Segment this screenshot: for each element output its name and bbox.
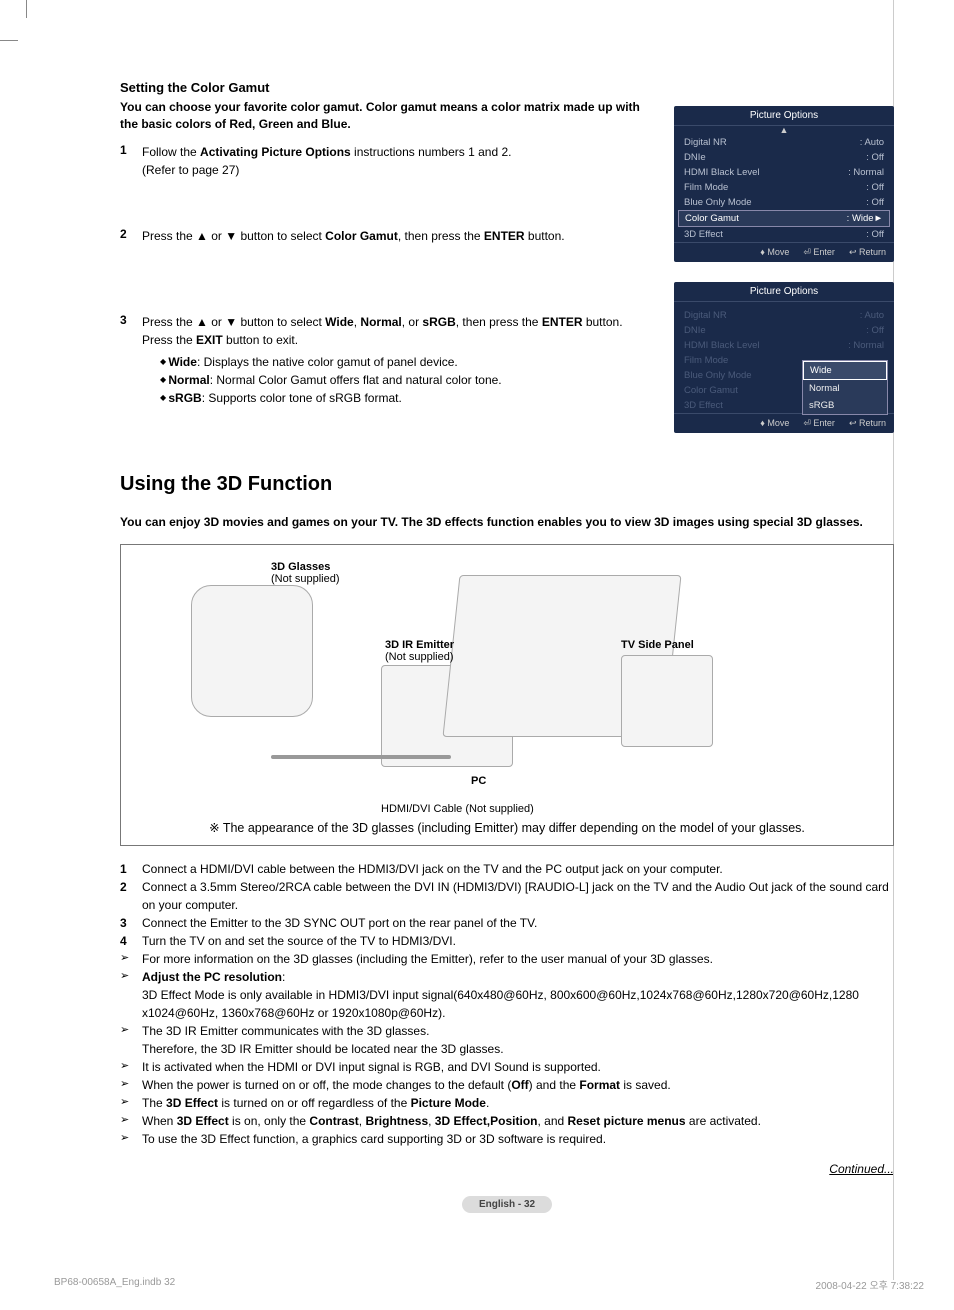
osd-picture-options-2: Picture Options Digital NRAuto DNIeOff H… <box>674 282 894 433</box>
side-panel-illustration <box>621 655 713 747</box>
footer-filename: BP68-00658A_Eng.indb 32 <box>54 1277 175 1292</box>
section2-intro: You can enjoy 3D movies and games on you… <box>120 514 894 531</box>
label-3d-ir-emitter: 3D IR Emitter (Not supplied) <box>385 639 454 663</box>
page-number-badge: English - 32 <box>462 1196 552 1213</box>
manual-page: Setting the Color Gamut You can choose y… <box>0 0 954 1310</box>
step-3: 3 Press the ▲ or ▼ button to select Wide… <box>120 313 640 407</box>
bullet-list: Wide: Displays the native color gamut of… <box>142 353 623 407</box>
osd-picture-options-1: Picture Options ▲ Digital NRAuto DNIeOff… <box>674 106 894 262</box>
diagram-note: The appearance of the 3D glasses (includ… <box>131 820 883 835</box>
connection-diagram: 3D Glasses (Not supplied) 3D IR Emitter … <box>120 544 894 846</box>
label-3d-glasses: 3D Glasses (Not supplied) <box>271 561 339 585</box>
glasses-illustration <box>191 585 313 717</box>
print-footer: BP68-00658A_Eng.indb 32 2008-04-22 오후 7:… <box>54 1277 924 1292</box>
cable-line <box>271 755 451 759</box>
instructions-list: 1Connect a HDMI/DVI cable between the HD… <box>120 860 894 1148</box>
heading-3d-function: Using the 3D Function <box>120 473 894 496</box>
step-2: 2 Press the ▲ or ▼ button to select Colo… <box>120 227 640 245</box>
continued-label: Continued... <box>120 1162 894 1176</box>
osd-footer: ♦ Move ⏎ Enter ↩ Return <box>674 413 894 433</box>
section-intro: You can choose your favorite color gamut… <box>120 99 640 133</box>
label-hdmi-cable: HDMI/DVI Cable (Not supplied) <box>381 803 534 815</box>
osd-selected-row[interactable]: Color GamutWide► <box>678 210 890 227</box>
label-pc: PC <box>471 775 486 787</box>
section-title: Setting the Color Gamut <box>120 80 894 95</box>
step-1: 1 Follow the Activating Picture Options … <box>120 143 640 179</box>
label-tv-side-panel: TV Side Panel <box>621 639 694 651</box>
osd-footer: ♦ Move ⏎ Enter ↩ Return <box>674 242 894 262</box>
osd-dropdown[interactable]: Wide Normal sRGB <box>802 360 888 415</box>
footer-timestamp: 2008-04-22 오후 7:38:22 <box>816 1277 924 1292</box>
up-arrow-icon: ▲ <box>674 126 894 135</box>
right-arrow-icon: ► <box>874 213 883 224</box>
